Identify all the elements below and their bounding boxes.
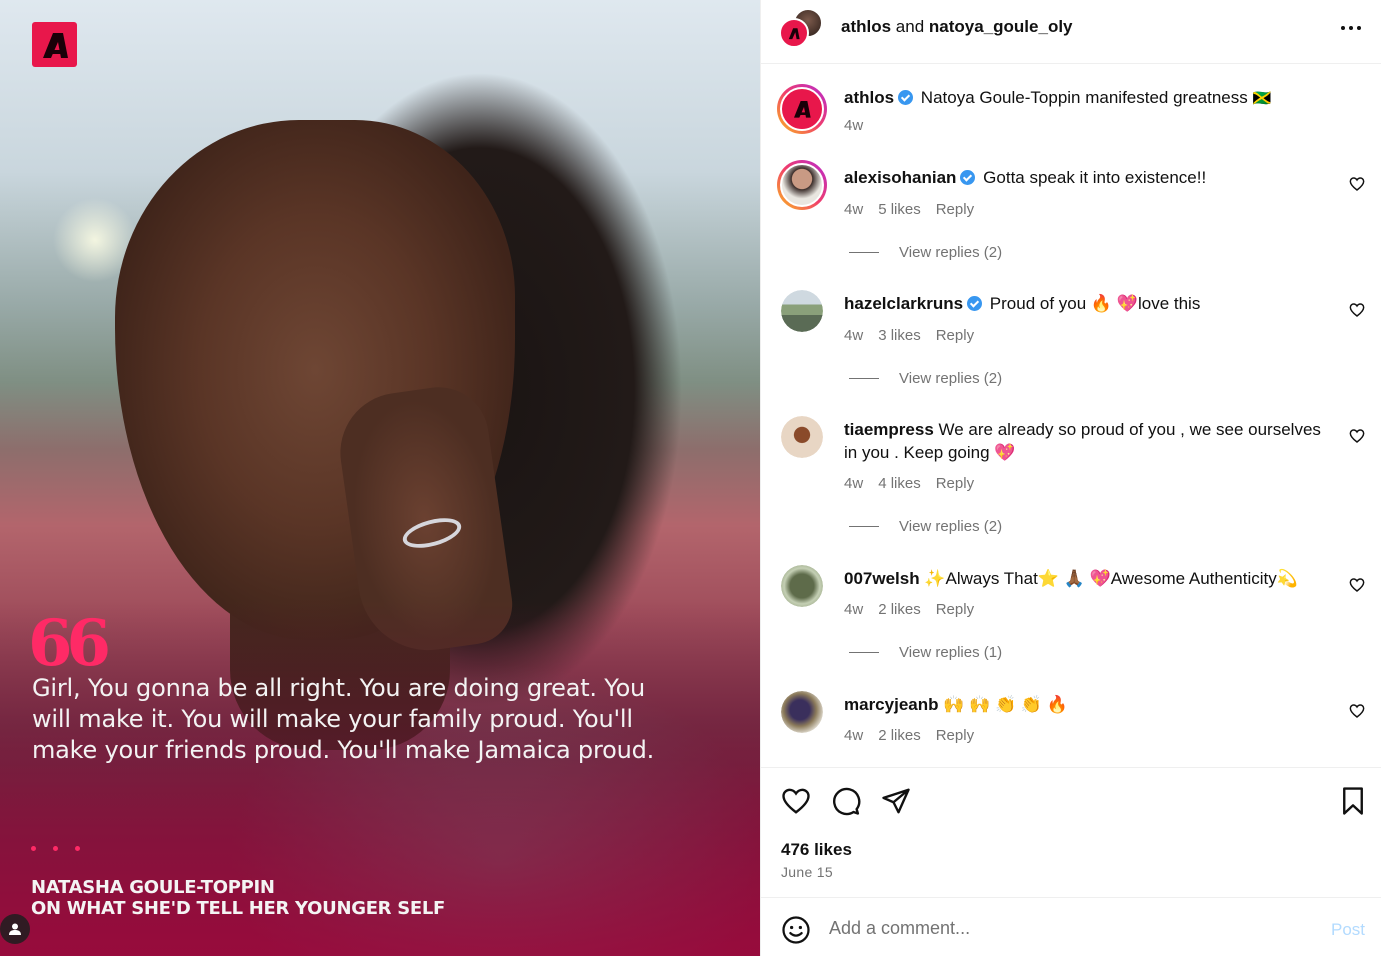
comment-time: 4w bbox=[844, 475, 864, 492]
comment-icon[interactable] bbox=[831, 786, 861, 816]
comment-text: Proud of you 🔥 💖love this bbox=[989, 294, 1201, 313]
comment-meta: 4w 4 likes Reply bbox=[844, 475, 974, 492]
comment-body: marcyjeanb 🙌 🙌 👏 👏 🔥 bbox=[844, 693, 1324, 716]
post-date: June 15 bbox=[781, 864, 833, 880]
comment-text: Gotta speak it into existence!! bbox=[983, 168, 1207, 187]
verified-icon bbox=[967, 296, 983, 311]
comment-text: 🙌 🙌 👏 👏 🔥 bbox=[943, 695, 1068, 714]
like-comment-heart-icon[interactable] bbox=[1349, 703, 1365, 719]
comment-avatar[interactable] bbox=[781, 416, 823, 458]
reply-button[interactable]: Reply bbox=[936, 727, 974, 744]
athlos-logo bbox=[32, 22, 77, 67]
emoji-icon[interactable] bbox=[781, 915, 811, 945]
comment-body: alexisohanian Gotta speak it into existe… bbox=[844, 166, 1324, 189]
reply-button[interactable]: Reply bbox=[936, 201, 974, 218]
credit-line-2: ON WHAT SHE'D TELL HER YOUNGER SELF bbox=[31, 898, 446, 919]
like-comment-heart-icon[interactable] bbox=[1349, 302, 1365, 318]
like-comment-heart-icon[interactable] bbox=[1349, 428, 1365, 444]
comment-time: 4w bbox=[844, 327, 864, 344]
comment-likes[interactable]: 5 likes bbox=[878, 201, 921, 218]
comment-time: 4w bbox=[844, 601, 864, 618]
flag-emoji: 🇯🇲 bbox=[1252, 89, 1272, 107]
collab-avatars[interactable] bbox=[779, 6, 827, 50]
post-image: 66 Girl, You gonna be all right. You are… bbox=[0, 0, 760, 956]
quote-text: Girl, You gonna be all right. You are do… bbox=[32, 674, 655, 764]
comment-username[interactable]: alexisohanian bbox=[844, 168, 956, 187]
comment-likes[interactable]: 2 likes bbox=[878, 601, 921, 618]
heart-icon[interactable] bbox=[781, 786, 811, 816]
comment-username[interactable]: 007welsh bbox=[844, 569, 920, 588]
like-comment-heart-icon[interactable] bbox=[1349, 577, 1365, 593]
view-replies-button[interactable]: View replies (2) bbox=[849, 518, 1002, 535]
verified-icon bbox=[898, 90, 914, 105]
reply-button[interactable]: Reply bbox=[936, 327, 974, 344]
share-icon[interactable] bbox=[881, 786, 911, 816]
likes-count[interactable]: 476 likes bbox=[781, 840, 852, 860]
post-panel: athlos and natoya_goule_oly athlos Natoy… bbox=[760, 0, 1381, 956]
quote-mark-icon: 66 bbox=[28, 606, 111, 681]
comment-username[interactable]: tiaempress bbox=[844, 420, 934, 439]
comment-likes[interactable]: 4 likes bbox=[878, 475, 921, 492]
caption-meta: 4w bbox=[844, 117, 863, 134]
athlos-logo-icon bbox=[42, 32, 68, 58]
post-header-title: athlos and natoya_goule_oly bbox=[841, 17, 1073, 37]
verified-icon bbox=[960, 170, 976, 185]
caption-body: athlos Natoya Goule-Toppin manifested gr… bbox=[844, 86, 1324, 110]
comment-meta: 4w 3 likes Reply bbox=[844, 327, 974, 344]
post-header: athlos and natoya_goule_oly bbox=[761, 0, 1381, 64]
reply-button[interactable]: Reply bbox=[936, 601, 974, 618]
header-user-2[interactable]: natoya_goule_oly bbox=[929, 17, 1073, 36]
quote-dots bbox=[31, 846, 80, 851]
post-comment-button[interactable]: Post bbox=[1331, 920, 1365, 940]
comments-list: athlos Natoya Goule-Toppin manifested gr… bbox=[761, 64, 1381, 767]
comment-meta: 4w 5 likes Reply bbox=[844, 201, 974, 218]
comment-likes[interactable]: 3 likes bbox=[878, 327, 921, 344]
view-replies-label: View replies (2) bbox=[899, 244, 1003, 261]
comment-avatar[interactable] bbox=[781, 691, 823, 733]
user-icon bbox=[9, 923, 21, 935]
comment-likes[interactable]: 2 likes bbox=[878, 727, 921, 744]
view-replies-button[interactable]: View replies (2) bbox=[849, 244, 1002, 261]
more-options-icon[interactable] bbox=[1339, 16, 1363, 40]
comment-username[interactable]: marcyjeanb bbox=[844, 695, 939, 714]
post-actions: 476 likes June 15 bbox=[761, 767, 1381, 897]
view-replies-button[interactable]: View replies (2) bbox=[849, 370, 1002, 387]
reply-button[interactable]: Reply bbox=[936, 475, 974, 492]
comment-avatar[interactable] bbox=[781, 565, 823, 607]
comment-avatar[interactable] bbox=[777, 160, 827, 210]
comment-body: hazelclarkruns Proud of you 🔥 💖love this bbox=[844, 292, 1324, 315]
athlos-avatar-icon bbox=[794, 101, 811, 118]
comment-time: 4w bbox=[844, 201, 864, 218]
header-user-1[interactable]: athlos bbox=[841, 17, 891, 36]
comment-body: 007welsh ✨Always That⭐ 🙏🏾 💖Awesome Authe… bbox=[844, 567, 1324, 590]
like-comment-heart-icon[interactable] bbox=[1349, 176, 1365, 192]
comment-body: tiaempress We are already so proud of yo… bbox=[844, 418, 1334, 464]
comment-avatar[interactable] bbox=[781, 290, 823, 332]
caption-time: 4w bbox=[844, 117, 864, 134]
avatar-athlos[interactable] bbox=[779, 18, 809, 48]
comment-bar: Post bbox=[761, 897, 1381, 956]
comment-meta: 4w 2 likes Reply bbox=[844, 601, 974, 618]
view-replies-label: View replies (2) bbox=[899, 518, 1003, 535]
caption-username[interactable]: athlos bbox=[844, 88, 894, 107]
bookmark-icon[interactable] bbox=[1338, 786, 1368, 816]
view-replies-label: View replies (2) bbox=[899, 370, 1003, 387]
comment-meta: 4w 2 likes Reply bbox=[844, 727, 974, 744]
tagged-users-button[interactable] bbox=[0, 914, 30, 944]
comment-time: 4w bbox=[844, 727, 864, 744]
caption-avatar[interactable] bbox=[777, 84, 827, 134]
comment-username[interactable]: hazelclarkruns bbox=[844, 294, 963, 313]
comment-input[interactable] bbox=[829, 913, 1309, 943]
quote-credit: NATASHA GOULE-TOPPIN ON WHAT SHE'D TELL … bbox=[31, 877, 591, 919]
view-replies-label: View replies (1) bbox=[899, 644, 1003, 661]
header-joiner: and bbox=[895, 17, 925, 36]
comment-text: ✨Always That⭐ 🙏🏾 💖Awesome Authenticity💫 bbox=[924, 569, 1298, 588]
view-replies-button[interactable]: View replies (1) bbox=[849, 644, 1002, 661]
caption-text: Natoya Goule-Toppin manifested greatness bbox=[920, 88, 1248, 107]
credit-line-1: NATASHA GOULE-TOPPIN bbox=[31, 877, 275, 898]
athlos-mini-icon bbox=[788, 27, 800, 39]
